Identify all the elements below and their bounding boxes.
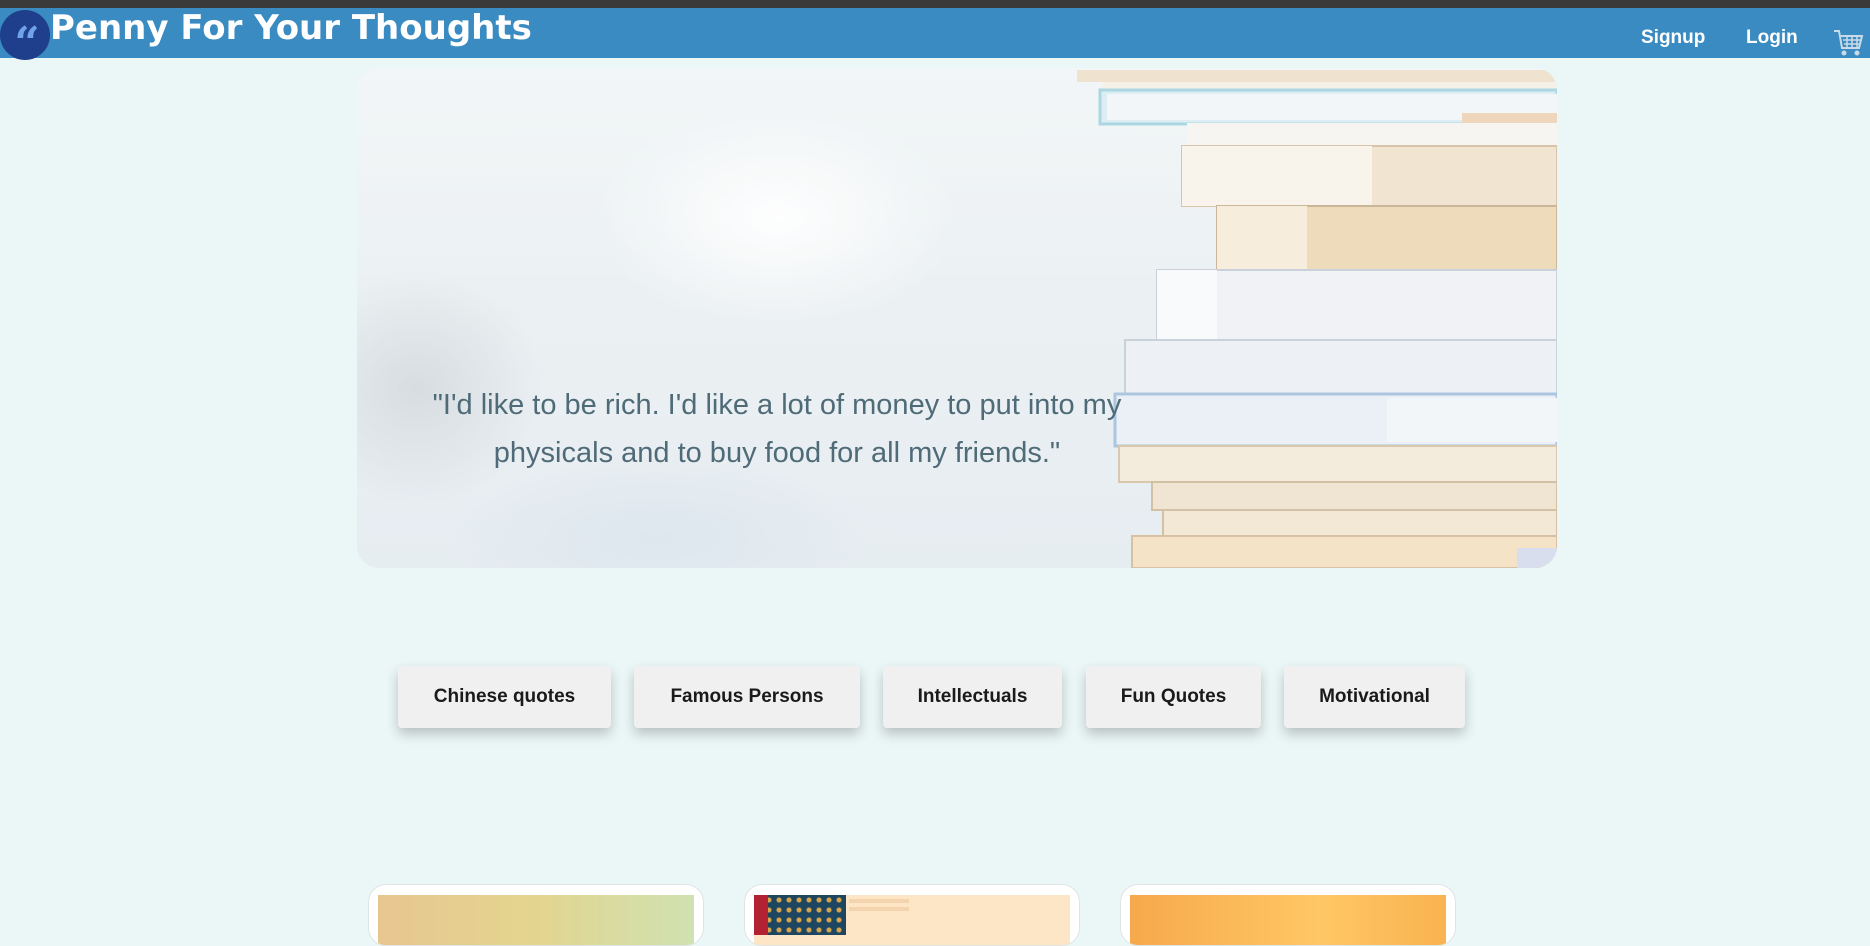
hero-quote-line-1: "I'd like to be rich. I'd like a lot of …	[432, 389, 1122, 421]
hero-banner: "I'd like to be rich. I'd like a lot of …	[357, 68, 1557, 568]
category-famous-persons-button[interactable]: Famous Persons	[634, 666, 860, 728]
site-title[interactable]: Penny For Your Thoughts	[50, 6, 532, 50]
hero-quote-line-2: physicals and to buy food for all my fri…	[493, 437, 1061, 469]
quote-card[interactable]	[1120, 884, 1456, 946]
quote-card[interactable]	[744, 884, 1080, 946]
category-chinese-quotes-button[interactable]: Chinese quotes	[398, 666, 611, 728]
quote-marks-icon[interactable]: “	[0, 10, 50, 66]
shopping-cart-icon[interactable]	[1832, 28, 1864, 60]
hero-quote: "I'd like to be rich. I'd like a lot of …	[377, 381, 1177, 477]
book-stack-illustration	[357, 68, 1557, 568]
card-image	[378, 895, 694, 945]
category-motivational-button[interactable]: Motivational	[1284, 666, 1465, 728]
category-fun-quotes-button[interactable]: Fun Quotes	[1086, 666, 1261, 728]
navbar: “ Penny For Your Thoughts Signup Login	[0, 6, 1870, 66]
category-buttons: Chinese quotes Famous Persons Intellectu…	[0, 666, 1870, 728]
signup-link[interactable]: Signup	[1641, 20, 1705, 56]
quote-card[interactable]	[368, 884, 704, 946]
category-intellectuals-button[interactable]: Intellectuals	[883, 666, 1062, 728]
login-link[interactable]: Login	[1746, 20, 1798, 56]
card-text-placeholder	[849, 899, 909, 903]
card-pattern-accent	[754, 895, 768, 935]
card-image	[1130, 895, 1446, 945]
